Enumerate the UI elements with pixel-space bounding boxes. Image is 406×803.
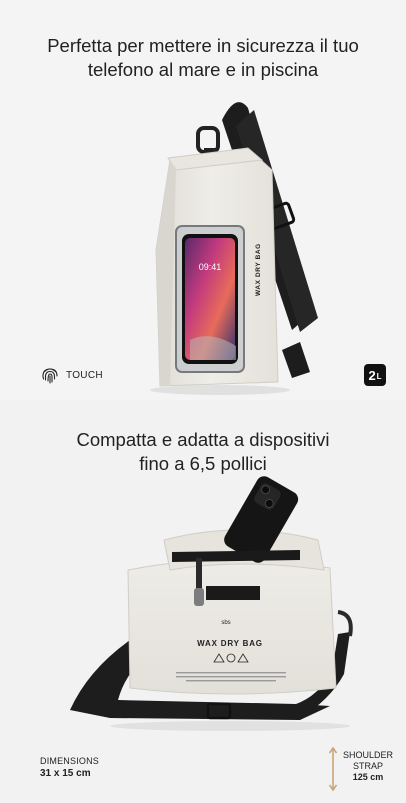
touch-label: TOUCH [66,369,103,381]
double-arrow-vertical-icon [328,746,338,792]
product-panel-touch: Perfetta per mettere in sicurezza il tuo… [0,0,406,400]
bag-brand-logo: sbs [221,620,230,626]
fingerprint-icon [42,368,58,384]
zipper-pull [194,588,204,606]
strap-label-line1: SHOULDER [342,750,393,760]
dimensions-info: DIMENSIONS 31 x 15 cm [40,756,99,779]
capacity-unit: L [376,372,382,381]
dimensions-value: 31 x 15 cm [40,768,91,779]
touch-feature: TOUCH [40,365,103,385]
strap-value: 125 cm [352,772,384,782]
strap-text: SHOULDER STRAP 125 cm [340,750,396,782]
strap-label-line2: STRAP [352,761,383,771]
velcro-patch [206,586,260,600]
capacity-badge: 2L [364,364,386,386]
zipper-pocket [172,550,300,562]
phone-time: 09:41 [199,262,222,272]
dry-bag-front-illustration: 09:41 WAX DRY BAG [150,102,318,395]
product-panel-compact: Compatta e adatta a dispositivi fino a 6… [0,400,406,803]
dimensions-label: DIMENSIONS [40,756,100,766]
bag-body [127,558,337,695]
capacity-value: 2 [368,367,376,383]
clip-hook [337,610,353,637]
strap-info: SHOULDER STRAP 125 cm [328,746,398,796]
bag-print: WAX DRY BAG [197,639,263,648]
dry-bag-open-illustration: sbs WAX DRY BAG [70,476,353,731]
bag-print-vertical: WAX DRY BAG [255,243,262,296]
